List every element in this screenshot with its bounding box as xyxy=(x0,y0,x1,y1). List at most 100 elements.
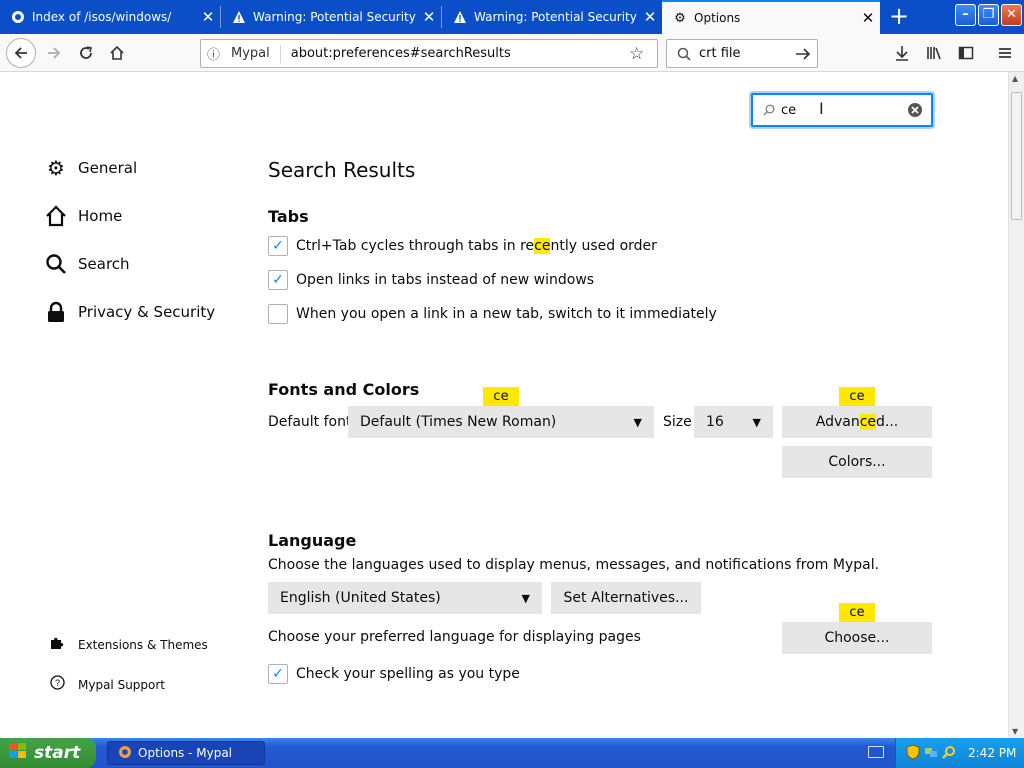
sidebar-item-label: Home xyxy=(78,207,123,225)
info-icon[interactable]: ⓘ xyxy=(207,44,231,63)
tab-label: Options xyxy=(694,11,741,25)
home-icon xyxy=(44,204,68,228)
preferences-page: ce I ⚙ General Home Search Privacy & Sec… xyxy=(0,72,1008,738)
default-font-select[interactable]: Default (Times New Roman) ▼ xyxy=(348,406,654,438)
clear-icon[interactable] xyxy=(907,102,923,118)
library-button[interactable] xyxy=(920,39,948,67)
mypal-app-icon xyxy=(118,745,132,762)
language-heading: Language xyxy=(268,531,357,550)
svg-text:?: ? xyxy=(54,678,59,688)
keyboard-icon[interactable] xyxy=(868,746,884,758)
back-button[interactable] xyxy=(6,38,36,68)
search-icon xyxy=(677,47,691,61)
url-bar[interactable]: ⓘ Mypal about:preferences#searchResults … xyxy=(200,39,658,68)
close-icon[interactable]: ✕ xyxy=(417,8,441,26)
set-alternatives-button[interactable]: Set Alternatives... xyxy=(551,582,701,614)
start-label: start xyxy=(34,743,81,763)
taskbar-item-options[interactable]: Options - Mypal xyxy=(107,741,265,765)
preferences-search-value: ce xyxy=(781,102,797,118)
go-arrow-icon xyxy=(796,47,811,60)
search-match-bubble: ce xyxy=(483,387,519,413)
tab-options[interactable]: ⚙ Options ✕ xyxy=(662,0,880,34)
forward-button[interactable] xyxy=(40,39,68,67)
sidebar-item-support[interactable]: ? Mypal Support xyxy=(48,675,165,694)
sidebar-item-label: General xyxy=(78,159,138,177)
start-button[interactable]: start xyxy=(0,738,96,768)
checkbox-label: Check your spelling as you type xyxy=(296,666,520,682)
sidebar-item-label: Search xyxy=(78,255,130,273)
close-icon[interactable]: ✕ xyxy=(638,8,662,26)
sidebar-item-label: Extensions & Themes xyxy=(78,638,208,652)
scroll-up-icon[interactable]: ▲ xyxy=(1012,74,1018,83)
download-icon xyxy=(896,46,908,61)
taskbar: start Options - Mypal 2:42 PM xyxy=(0,738,1024,768)
scrollbar[interactable]: ▲ ▼ xyxy=(1008,72,1024,738)
sidebar-toggle-button[interactable] xyxy=(952,39,980,67)
scrollbar-thumb[interactable] xyxy=(1011,92,1022,220)
font-size-select[interactable]: 16 ▼ xyxy=(694,406,773,438)
language-description: Choose the languages used to display men… xyxy=(268,557,880,573)
checkbox-label: Open links in tabs instead of new window… xyxy=(296,272,595,288)
fonts-heading: Fonts and Colors xyxy=(268,380,420,399)
hamburger-icon xyxy=(999,48,1011,58)
checkbox-checked[interactable]: ✓ xyxy=(268,270,288,290)
minimize-button[interactable]: – xyxy=(955,4,976,26)
clock: 2:42 PM xyxy=(968,746,1017,760)
security-shield-icon[interactable] xyxy=(906,743,920,763)
downloads-button[interactable] xyxy=(888,39,916,67)
tab-label: Warning: Potential Security Risk Ahead xyxy=(474,10,638,24)
tab-label: Warning: Potential Security Risk Ahead xyxy=(253,10,417,24)
network-icon[interactable] xyxy=(924,745,938,762)
close-icon[interactable]: ✕ xyxy=(856,9,880,27)
nav-bar: ⓘ Mypal about:preferences#searchResults … xyxy=(0,34,1024,72)
colors-button[interactable]: Colors... xyxy=(782,446,932,478)
home-button[interactable] xyxy=(103,39,131,67)
tab-index-isos[interactable]: Index of /isos/windows/ ✕ xyxy=(0,0,220,34)
sidebar-item-search[interactable]: Search xyxy=(44,252,130,276)
new-tab-button[interactable]: + xyxy=(886,4,912,30)
choose-language-button[interactable]: Choose... xyxy=(782,622,932,654)
switch-tab-checkbox-row[interactable]: When you open a link in a new tab, switc… xyxy=(268,304,717,324)
tab-warning-2[interactable]: Warning: Potential Security Risk Ahead ✕ xyxy=(442,0,662,34)
size-label: Size xyxy=(663,414,692,430)
sidebar-item-privacy[interactable]: Privacy & Security xyxy=(44,300,215,324)
chevron-down-icon: ▼ xyxy=(752,415,761,429)
menu-button[interactable] xyxy=(991,39,1019,67)
checkbox-checked[interactable]: ✓ xyxy=(268,664,288,684)
checkbox-checked[interactable]: ✓ xyxy=(268,236,288,256)
lock-icon xyxy=(44,300,68,324)
site-identity: Mypal xyxy=(231,46,270,61)
spelling-checkbox-row[interactable]: ✓ Check your spelling as you type xyxy=(268,664,520,684)
page-icon xyxy=(10,9,26,25)
default-font-value: Default (Times New Roman) xyxy=(360,414,557,430)
close-icon[interactable]: ✕ xyxy=(196,8,220,26)
gear-icon: ⚙ xyxy=(674,10,686,26)
search-tray-icon[interactable] xyxy=(942,745,956,762)
advanced-fonts-button[interactable]: Advan ce d... xyxy=(782,406,932,438)
checkbox-unchecked[interactable] xyxy=(268,304,288,324)
text-cursor: I xyxy=(819,99,824,118)
reload-icon xyxy=(80,46,92,59)
sidebar-item-extensions[interactable]: Extensions & Themes xyxy=(48,636,208,654)
tab-warning-1[interactable]: Warning: Potential Security Risk Ahead ✕ xyxy=(221,0,441,34)
url-text: about:preferences#searchResults xyxy=(290,46,511,61)
bookmark-star-icon[interactable]: ☆ xyxy=(629,44,657,64)
preferences-search-input[interactable]: ce I xyxy=(751,93,933,127)
sidebar-item-general[interactable]: ⚙ General xyxy=(44,156,137,180)
library-icon xyxy=(927,47,941,60)
puzzle-icon xyxy=(48,636,66,654)
ctrl-tab-checkbox-row[interactable]: ✓ Ctrl+Tab cycles through tabs in recent… xyxy=(268,236,657,256)
open-links-checkbox-row[interactable]: ✓ Open links in tabs instead of new wind… xyxy=(268,270,594,290)
search-value: crt file xyxy=(699,46,741,61)
warning-icon xyxy=(452,9,468,25)
restore-button[interactable]: ❐ xyxy=(978,4,999,26)
sidebar-item-label: Mypal Support xyxy=(78,677,166,692)
reload-button[interactable] xyxy=(72,39,100,67)
sidebar-item-home[interactable]: Home xyxy=(44,204,122,228)
search-bar[interactable]: crt file xyxy=(666,39,818,68)
scroll-down-icon[interactable]: ▼ xyxy=(1012,727,1018,736)
window-close-button[interactable]: ✕ xyxy=(1001,4,1022,26)
search-highlight: ce xyxy=(534,238,551,254)
font-size-value: 16 xyxy=(706,414,724,430)
locale-select[interactable]: English (United States) ▼ xyxy=(268,582,542,614)
